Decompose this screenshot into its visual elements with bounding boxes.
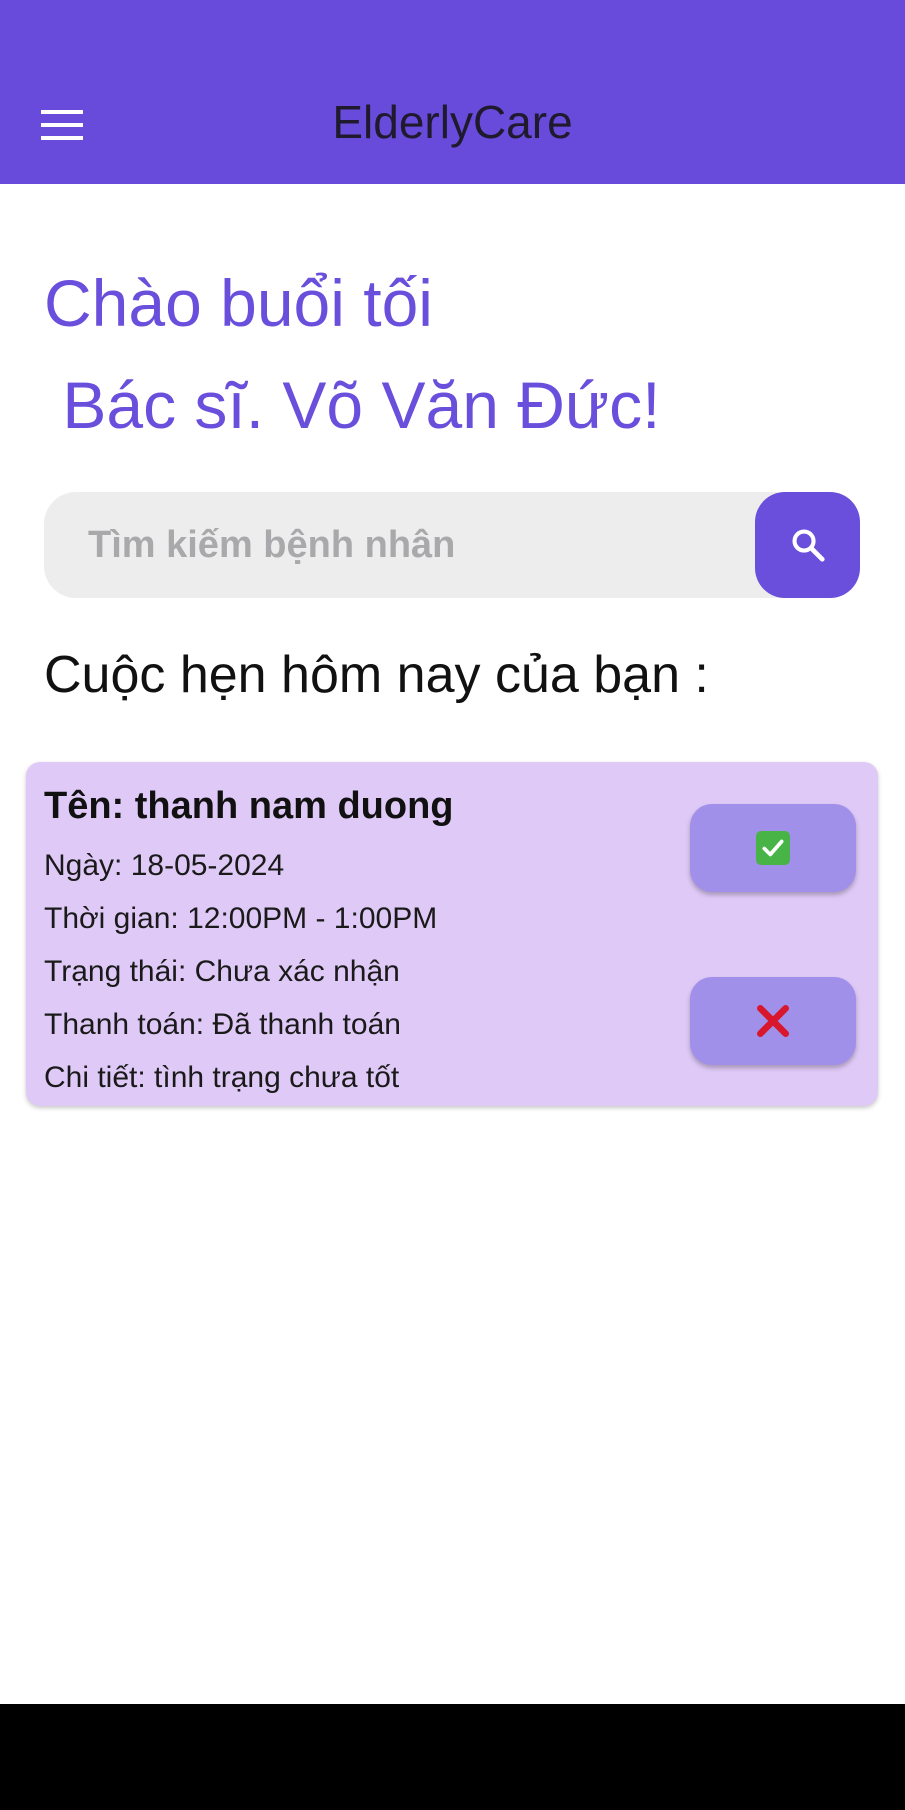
search-button[interactable] bbox=[755, 492, 860, 598]
search-bar bbox=[44, 492, 860, 598]
search-icon bbox=[791, 529, 825, 562]
appointment-date: Ngày: 18-05-2024 bbox=[44, 849, 285, 882]
cross-mark-icon bbox=[757, 1005, 789, 1037]
appointment-card: Tên: thanh nam duong Ngày: 18-05-2024 Th… bbox=[26, 762, 878, 1106]
system-navigation-bar bbox=[0, 1704, 905, 1810]
reject-appointment-button[interactable] bbox=[690, 977, 856, 1065]
appointment-time: Thời gian: 12:00PM - 1:00PM bbox=[44, 902, 438, 935]
check-mark-icon bbox=[756, 831, 790, 865]
greeting-line-1: Chào buổi tối bbox=[44, 266, 433, 340]
appointments-section-title: Cuộc hẹn hôm nay của bạn : bbox=[44, 646, 709, 704]
appointment-status: Trạng thái: Chưa xác nhận bbox=[44, 955, 400, 988]
confirm-appointment-button[interactable] bbox=[690, 804, 856, 892]
appointment-details: Chi tiết: tình trạng chưa tốt bbox=[44, 1061, 400, 1094]
search-input[interactable] bbox=[88, 492, 768, 598]
appointment-payment: Thanh toán: Đã thanh toán bbox=[44, 1008, 401, 1041]
app-title: ElderlyCare bbox=[332, 96, 573, 148]
app-bar: ElderlyCare bbox=[0, 0, 905, 184]
appointment-patient-name: Tên: thanh nam duong bbox=[44, 785, 454, 827]
greeting: Chào buổi tối Bác sĩ. Võ Văn Đức! bbox=[44, 252, 660, 456]
greeting-line-2: Bác sĩ. Võ Văn Đức! bbox=[44, 368, 661, 442]
